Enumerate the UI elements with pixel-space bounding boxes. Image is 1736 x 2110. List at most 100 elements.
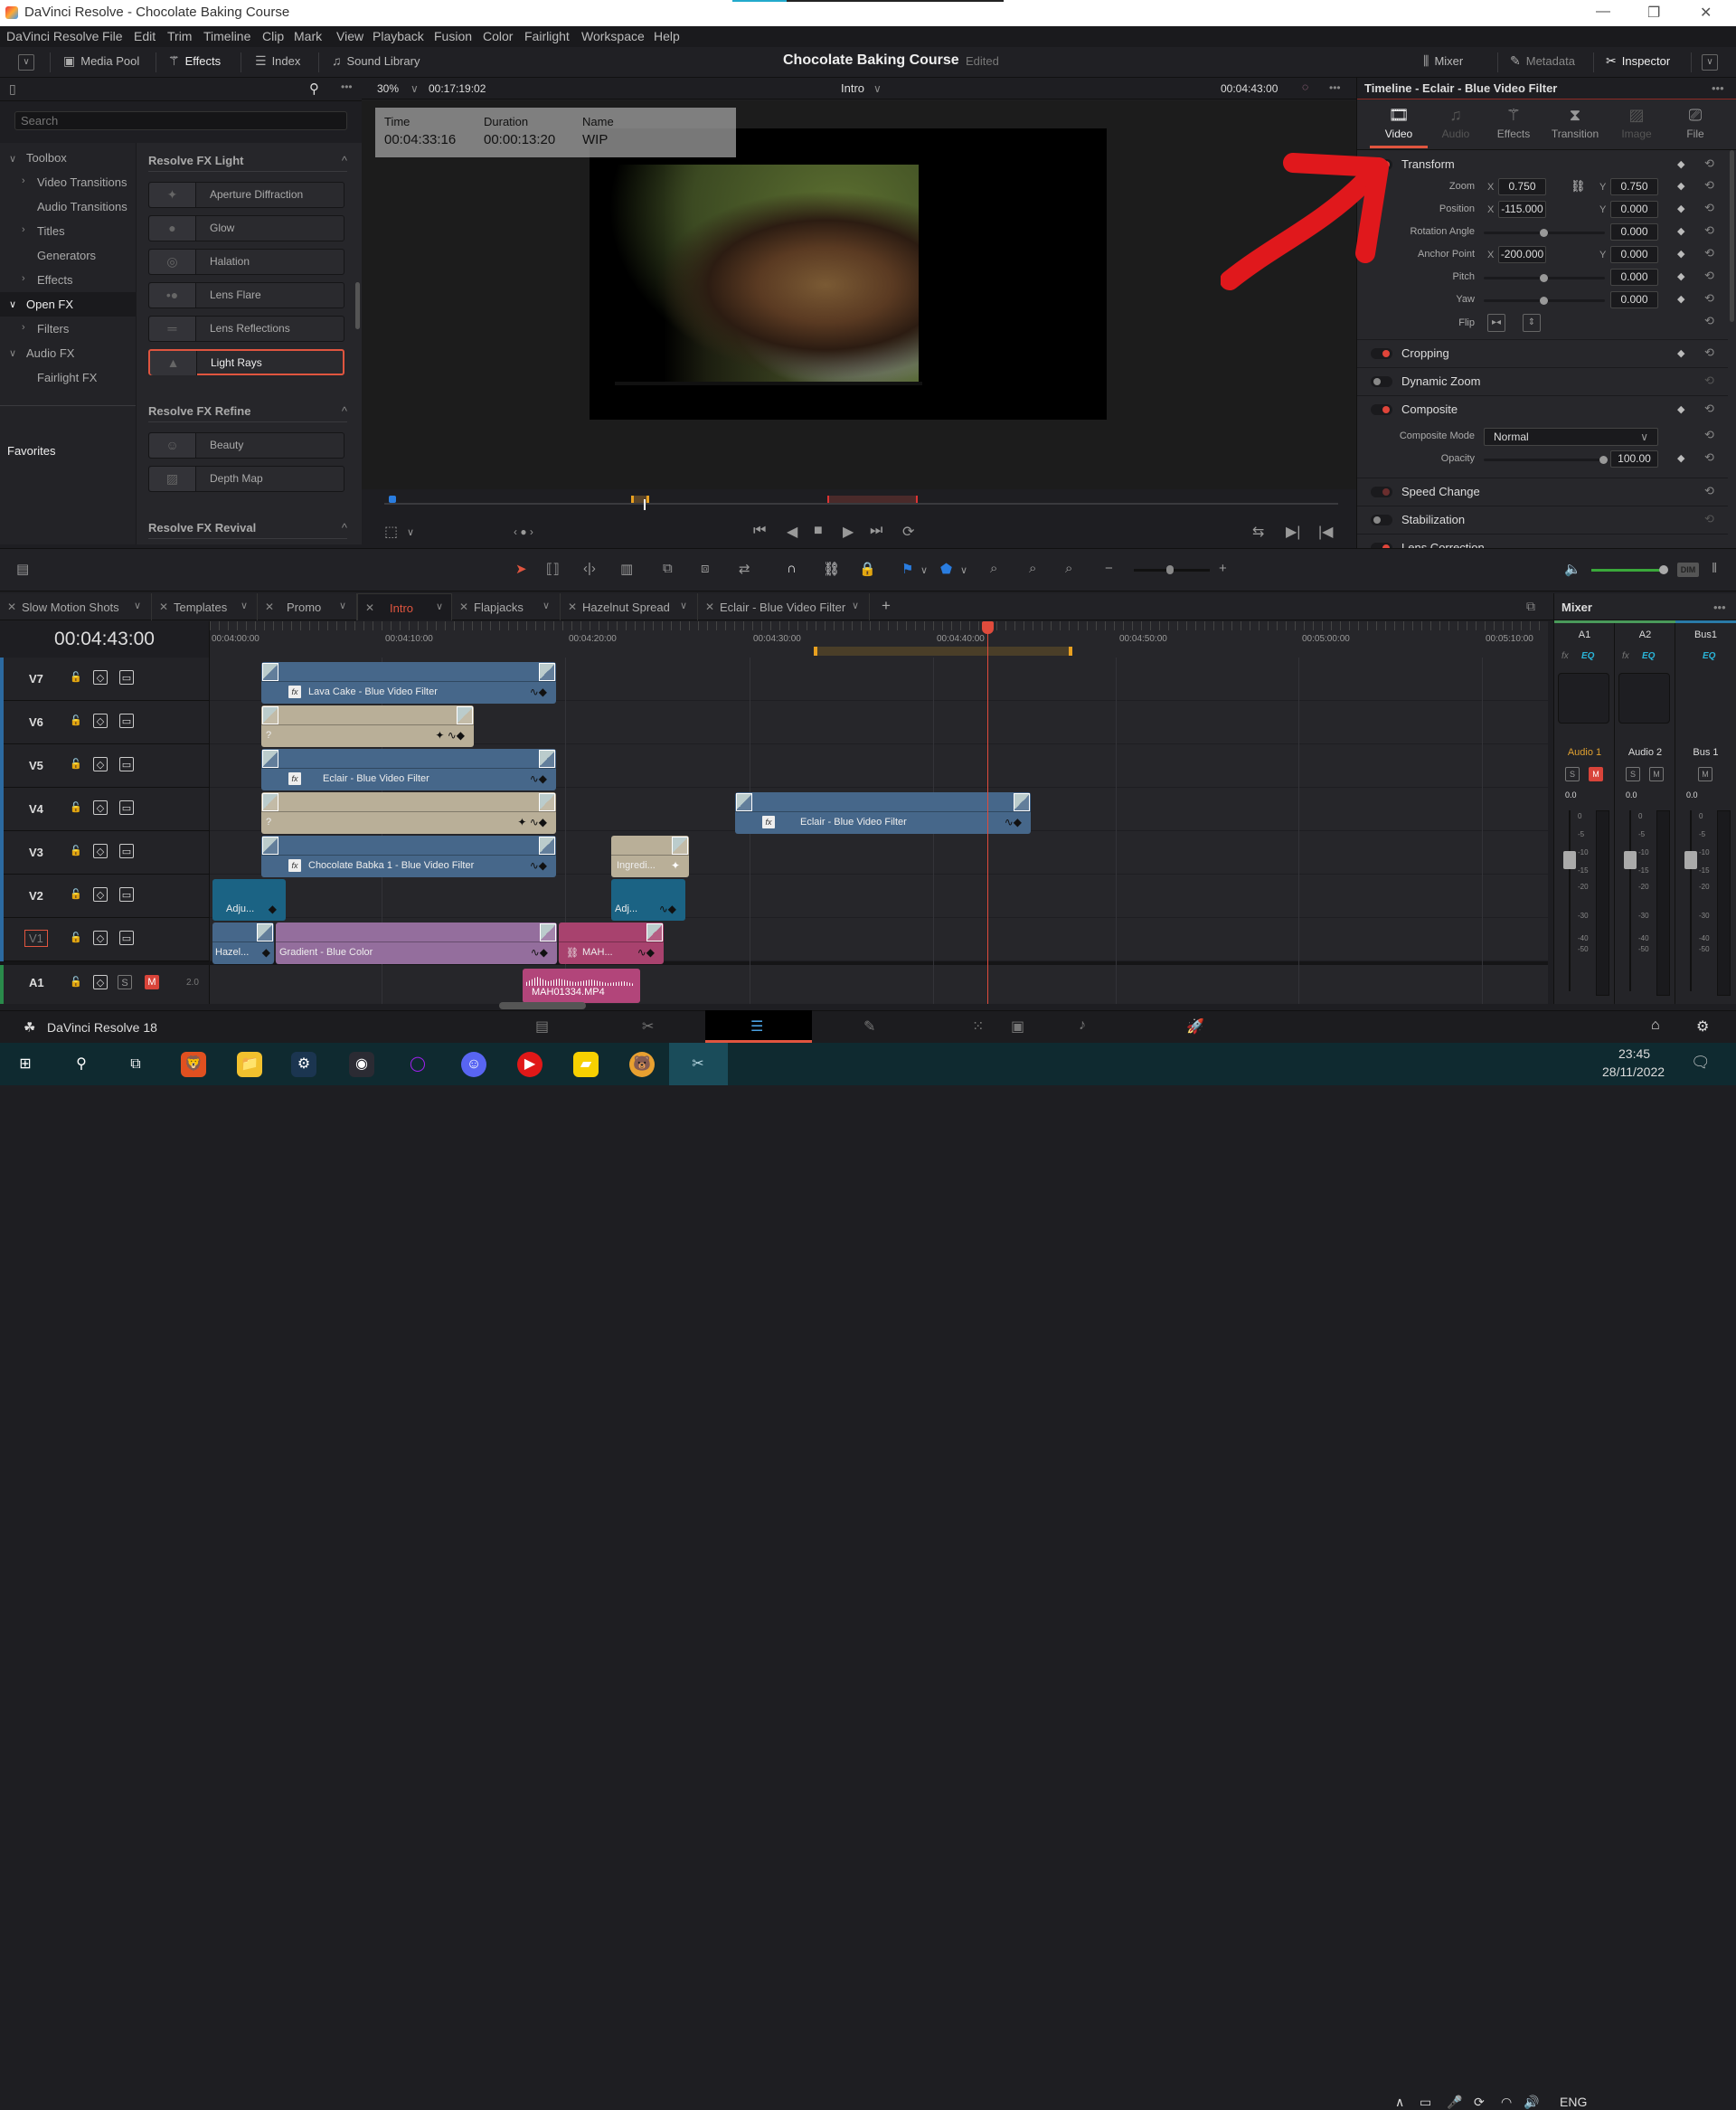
clip-adjustment-1[interactable]: Adju... ◆ bbox=[212, 879, 286, 921]
keyframe-icon[interactable]: ◆ bbox=[1677, 347, 1684, 359]
tab-file[interactable]: ⎚ File bbox=[1666, 106, 1724, 140]
tab-audio[interactable]: ♫ Audio bbox=[1427, 106, 1485, 140]
lock-icon[interactable]: 🔓 bbox=[69, 670, 83, 685]
tree-item-generators[interactable]: Generators bbox=[37, 249, 96, 262]
tab-promo[interactable]: ✕ Promo ∨ bbox=[258, 593, 357, 620]
effect-halation[interactable]: ◎ Halation bbox=[148, 249, 344, 275]
chevron-down-icon[interactable]: ∨ bbox=[9, 347, 16, 359]
stabilization-toggle[interactable] bbox=[1371, 515, 1392, 525]
reset-icon[interactable]: ⟲ bbox=[1704, 484, 1714, 498]
auto-select-icon[interactable]: ◇ bbox=[93, 887, 108, 902]
close-icon[interactable]: ✕ bbox=[459, 601, 468, 613]
playhead[interactable] bbox=[987, 621, 988, 1004]
position-y-field[interactable]: 0.000 bbox=[1610, 201, 1658, 218]
minimize-button[interactable]: — bbox=[1596, 4, 1610, 20]
keyframe-icon[interactable]: ◆ bbox=[1677, 158, 1684, 170]
volume-knob[interactable] bbox=[1659, 565, 1668, 574]
transform-section[interactable]: Transform ◆ ⟲ bbox=[1357, 151, 1728, 179]
auto-select-icon[interactable]: ◇ bbox=[93, 670, 108, 685]
auto-select-icon[interactable]: ◇ bbox=[93, 714, 108, 728]
chevron-down-icon[interactable]: ∨ bbox=[407, 526, 414, 538]
favorites-label[interactable]: Favorites bbox=[7, 444, 55, 458]
meter-toggle-icon[interactable]: ‖ bbox=[1712, 561, 1717, 576]
timeline-horizontal-scrollbar[interactable] bbox=[499, 1002, 586, 1009]
page-deliver-icon[interactable]: 🚀 bbox=[1186, 1017, 1204, 1036]
transition-handle[interactable] bbox=[457, 706, 473, 724]
auto-select-icon[interactable]: ◇ bbox=[93, 844, 108, 858]
reset-icon[interactable]: ⟲ bbox=[1704, 201, 1714, 215]
new-window-icon[interactable]: ⧉ bbox=[1526, 599, 1535, 614]
flag-icon[interactable]: ⚑ bbox=[901, 561, 913, 577]
clip-mah[interactable]: ⛓ MAH... ∿◆ bbox=[559, 923, 664, 964]
menu-mark[interactable]: Mark bbox=[294, 29, 322, 43]
track-enable-icon[interactable]: ▭ bbox=[119, 887, 134, 902]
fader-handle[interactable] bbox=[1684, 851, 1697, 869]
index-button[interactable]: ☰ Index bbox=[255, 53, 300, 69]
more-options-icon[interactable]: ••• bbox=[1329, 81, 1341, 94]
pan-control[interactable] bbox=[1618, 673, 1670, 724]
windows-start-icon[interactable]: ⊞ bbox=[13, 1052, 38, 1077]
dynamic-zoom-section[interactable]: Dynamic Zoom ⟲ bbox=[1357, 367, 1728, 395]
play-icon[interactable]: ▶ bbox=[843, 523, 854, 541]
tab-flapjacks[interactable]: ✕ Flapjacks ∨ bbox=[452, 593, 561, 620]
reset-icon[interactable]: ⟲ bbox=[1704, 402, 1714, 416]
davinci-resolve-icon[interactable]: ◉ bbox=[349, 1052, 374, 1077]
transition-handle[interactable] bbox=[262, 750, 278, 768]
blade-tool-icon[interactable]: ▥ bbox=[620, 561, 633, 577]
tree-item-video-transitions[interactable]: Video Transitions bbox=[37, 175, 127, 189]
audio-clip-mah01334[interactable]: MAH01334.MP4 bbox=[523, 969, 640, 1003]
zoom-detail-icon[interactable]: ⌕ bbox=[1029, 561, 1036, 576]
skip-end-icon[interactable]: ⏭ bbox=[870, 523, 882, 539]
transition-handle[interactable] bbox=[1014, 793, 1030, 811]
skip-start-icon[interactable]: ⏮ bbox=[753, 523, 766, 539]
file-explorer-icon[interactable]: 📁 bbox=[237, 1052, 262, 1077]
sound-library-button[interactable]: ♫ Sound Library bbox=[332, 53, 420, 68]
jog-icon[interactable]: ‹ ● › bbox=[514, 525, 533, 538]
tree-item-open-fx[interactable]: Open FX bbox=[26, 298, 73, 311]
opacity-slider[interactable] bbox=[1484, 456, 1608, 464]
clip-eclair-v4[interactable]: fx Eclair - Blue Video Filter ∿◆ bbox=[735, 792, 1031, 834]
keyframe-icon[interactable]: ◆ bbox=[1677, 248, 1684, 260]
eq-button[interactable]: EQ bbox=[1581, 651, 1594, 661]
media-pool-button[interactable]: ▣ Media Pool bbox=[63, 53, 139, 69]
transition-handle[interactable] bbox=[539, 663, 555, 681]
menu-fusion[interactable]: Fusion bbox=[434, 29, 472, 43]
insert-clip-icon[interactable]: ⧉ bbox=[663, 561, 673, 576]
chevron-down-icon[interactable]: ∨ bbox=[852, 600, 859, 611]
chevron-down-icon[interactable]: ∨ bbox=[960, 564, 967, 576]
metadata-button[interactable]: ✎ Metadata bbox=[1510, 53, 1575, 69]
transition-handle[interactable] bbox=[262, 663, 278, 681]
zoom-full-icon[interactable]: ⌕ bbox=[990, 561, 997, 576]
menu-playback[interactable]: Playback bbox=[373, 29, 424, 43]
reverse-icon[interactable]: ◀ bbox=[787, 523, 797, 541]
viewer-scrubber[interactable] bbox=[384, 503, 1338, 505]
zoom-x-field[interactable]: 0.750 bbox=[1498, 178, 1546, 195]
menu-fairlight[interactable]: Fairlight bbox=[524, 29, 570, 43]
lock-icon[interactable]: 🔓 bbox=[69, 887, 83, 902]
anchor-x-field[interactable]: -200.000 bbox=[1498, 246, 1546, 263]
anchor-y-field[interactable]: 0.000 bbox=[1610, 246, 1658, 263]
reset-icon[interactable]: ⟲ bbox=[1704, 345, 1714, 360]
discord-icon[interactable]: ☺ bbox=[461, 1052, 486, 1077]
restore-button[interactable]: ❐ bbox=[1647, 4, 1660, 22]
fader-handle[interactable] bbox=[1624, 851, 1637, 869]
mute-button[interactable]: M bbox=[145, 975, 159, 989]
solo-button[interactable]: S bbox=[118, 975, 132, 989]
close-icon[interactable]: ✕ bbox=[705, 601, 714, 613]
composite-mode-dropdown[interactable]: Normal ∨ bbox=[1484, 428, 1658, 446]
bear-app-icon[interactable]: 🐻 bbox=[629, 1052, 655, 1077]
keyframe-icon[interactable]: ◆ bbox=[1677, 403, 1684, 415]
more-options-icon[interactable]: ••• bbox=[1712, 81, 1724, 95]
tab-video[interactable]: 🎞 Video bbox=[1370, 106, 1428, 148]
keyframe-icon[interactable]: ◆ bbox=[1677, 203, 1684, 214]
clip-hazelnut[interactable]: Hazel... ◆ bbox=[212, 923, 274, 964]
clip-chocolate-babka[interactable]: fx Chocolate Babka 1 - Blue Video Filter ∿… bbox=[261, 836, 556, 877]
steam-icon[interactable]: ⚙ bbox=[291, 1052, 316, 1077]
lens-correction-section[interactable]: Lens Correction bbox=[1357, 534, 1728, 548]
close-icon[interactable]: ✕ bbox=[568, 601, 577, 613]
clip-v4-unknown[interactable]: ? ✦ ∿◆ bbox=[261, 792, 556, 834]
reset-icon[interactable]: ⟲ bbox=[1704, 450, 1714, 465]
menu-color[interactable]: Color bbox=[483, 29, 513, 43]
linked-selection-icon[interactable]: ⛓ bbox=[823, 561, 840, 577]
chevron-down-icon[interactable]: ∨ bbox=[680, 600, 687, 611]
